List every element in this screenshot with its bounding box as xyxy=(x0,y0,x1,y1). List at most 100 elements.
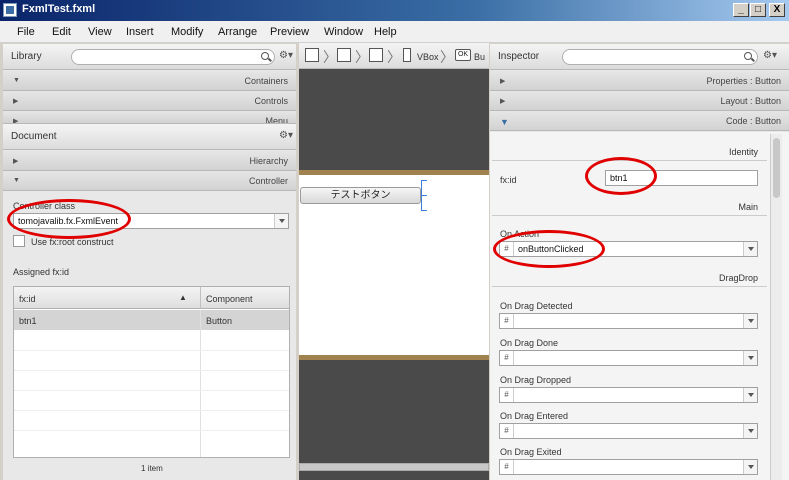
window-title: FxmlTest.fxml xyxy=(22,3,96,15)
chevron-down-icon: ▼ xyxy=(13,77,20,84)
on-drag-done-label: On Drag Done xyxy=(500,338,559,348)
test-button[interactable]: テストボタン xyxy=(300,187,421,204)
library-header: Library ⚙▾ xyxy=(3,44,296,70)
hash-icon: # xyxy=(500,314,514,328)
hash-icon: # xyxy=(500,460,514,474)
section-divider xyxy=(492,286,767,287)
on-drag-dropped-combo[interactable]: # xyxy=(499,387,758,403)
on-drag-entered-label: On Drag Entered xyxy=(500,411,569,421)
section-main: Main xyxy=(738,202,758,212)
inspector-row-code[interactable]: ▼ Code : Button xyxy=(490,111,789,131)
column-component[interactable]: Component xyxy=(206,294,253,304)
breadcrumb: 〉 〉 〉 VBox 〉 OK Bu xyxy=(299,43,489,69)
table-header: fx:id ▲ Component xyxy=(14,287,289,309)
chevron-down-icon: ▼ xyxy=(13,177,20,184)
search-icon xyxy=(261,52,269,60)
pane-icon[interactable] xyxy=(369,48,383,62)
menu-help[interactable]: Help xyxy=(374,26,397,38)
section-divider xyxy=(492,215,767,216)
section-dragdrop: DragDrop xyxy=(718,273,758,283)
inspector-vscrollbar[interactable] xyxy=(770,134,782,480)
inspector-title: Inspector xyxy=(498,51,540,62)
title-bar: FxmlTest.fxml _ □ X xyxy=(0,0,789,21)
hash-icon: # xyxy=(500,351,514,365)
sort-ascending-icon[interactable]: ▲ xyxy=(179,293,187,302)
on-drag-detected-combo[interactable]: # xyxy=(499,313,758,329)
chevron-right-icon: 〉 xyxy=(387,49,401,65)
chevron-right-icon: ▶ xyxy=(500,98,506,105)
chevron-down-icon[interactable] xyxy=(274,214,288,228)
menu-window[interactable]: Window xyxy=(324,26,363,38)
row-divider xyxy=(14,370,289,371)
chevron-right-icon: ▶ xyxy=(13,158,19,165)
breadcrumb-vbox[interactable]: VBox xyxy=(417,52,439,62)
library-panel: Library ⚙▾ ▼ Containers ▶ Controls ▶ Men… xyxy=(3,44,296,124)
fxid-table: fx:id ▲ Component btn1 Button xyxy=(13,286,290,458)
document-panel: Document ⚙▾ ▶ Hierarchy ▼ Controller Con… xyxy=(3,124,296,480)
menu-edit[interactable]: Edit xyxy=(52,26,71,38)
use-fxroot-checkbox[interactable] xyxy=(13,235,25,247)
document-row-controller[interactable]: ▼ Controller xyxy=(3,171,296,191)
chevron-down-icon[interactable] xyxy=(743,242,757,256)
vbox-icon[interactable] xyxy=(403,48,411,62)
chevron-right-icon: 〉 xyxy=(440,49,454,65)
chevron-down-icon[interactable] xyxy=(743,314,757,328)
column-divider xyxy=(200,310,201,457)
library-search-input[interactable] xyxy=(71,49,275,65)
hash-icon: # xyxy=(500,424,514,438)
document-row-hierarchy[interactable]: ▶ Hierarchy xyxy=(3,151,296,171)
minimize-button[interactable]: _ xyxy=(733,3,749,17)
maximize-button[interactable]: □ xyxy=(750,3,766,17)
annotation-circle-fxid xyxy=(585,157,657,195)
chevron-right-icon: ▶ xyxy=(500,78,506,85)
on-drag-detected-label: On Drag Detected xyxy=(500,301,573,311)
menu-preview[interactable]: Preview xyxy=(270,26,309,38)
on-drag-entered-combo[interactable]: # xyxy=(499,423,758,439)
hash-icon: # xyxy=(500,388,514,402)
chevron-right-icon: 〉 xyxy=(355,49,369,65)
gear-icon[interactable]: ⚙▾ xyxy=(279,130,293,141)
assigned-fxid-label: Assigned fx:id xyxy=(13,267,70,277)
breadcrumb-button[interactable]: Bu xyxy=(474,52,485,62)
library-row-menu[interactable]: ▶ Menu xyxy=(3,111,296,124)
chevron-down-icon: ▼ xyxy=(500,117,509,127)
menu-insert[interactable]: Insert xyxy=(126,26,154,38)
on-drag-dropped-label: On Drag Dropped xyxy=(500,375,572,385)
section-identity: Identity xyxy=(728,147,758,157)
chevron-down-icon[interactable] xyxy=(743,460,757,474)
chevron-down-icon[interactable] xyxy=(743,424,757,438)
frame-bottom-bar xyxy=(299,355,489,360)
grid-icon[interactable] xyxy=(337,48,351,62)
selection-handle[interactable] xyxy=(421,180,427,181)
inspector-row-properties[interactable]: ▶ Properties : Button xyxy=(490,71,789,91)
chevron-down-icon[interactable] xyxy=(743,388,757,402)
inspector-search-input[interactable] xyxy=(562,49,758,65)
library-row-containers[interactable]: ▼ Containers xyxy=(3,71,296,91)
canvas-hscrollbar[interactable] xyxy=(299,463,489,471)
menu-file[interactable]: File xyxy=(17,26,35,38)
gear-icon[interactable]: ⚙▾ xyxy=(279,50,293,61)
on-drag-exited-combo[interactable]: # xyxy=(499,459,758,475)
table-row[interactable]: btn1 Button xyxy=(14,310,289,330)
selection-handle[interactable] xyxy=(421,195,427,196)
on-drag-done-combo[interactable]: # xyxy=(499,350,758,366)
button-node-icon[interactable]: OK xyxy=(455,49,471,61)
inspector-header: Inspector ⚙▾ xyxy=(490,44,789,70)
close-button[interactable]: X xyxy=(769,3,785,17)
menu-bar: File Edit View Insert Modify Arrange Pre… xyxy=(0,21,789,43)
scrollbar-thumb[interactable] xyxy=(773,138,780,198)
menu-modify[interactable]: Modify xyxy=(171,26,203,38)
menu-view[interactable]: View xyxy=(88,26,112,38)
menu-arrange[interactable]: Arrange xyxy=(218,26,257,38)
chevron-down-icon[interactable] xyxy=(743,351,757,365)
root-node-icon[interactable] xyxy=(305,48,319,62)
search-icon xyxy=(744,52,752,60)
column-divider xyxy=(200,287,201,309)
gear-icon[interactable]: ⚙▾ xyxy=(763,50,777,61)
chevron-right-icon: ▶ xyxy=(13,98,19,105)
library-row-controls[interactable]: ▶ Controls xyxy=(3,91,296,111)
selection-handle[interactable] xyxy=(421,210,427,211)
inspector-row-layout[interactable]: ▶ Layout : Button xyxy=(490,91,789,111)
column-fxid[interactable]: fx:id xyxy=(19,294,36,304)
row-divider xyxy=(14,430,289,431)
